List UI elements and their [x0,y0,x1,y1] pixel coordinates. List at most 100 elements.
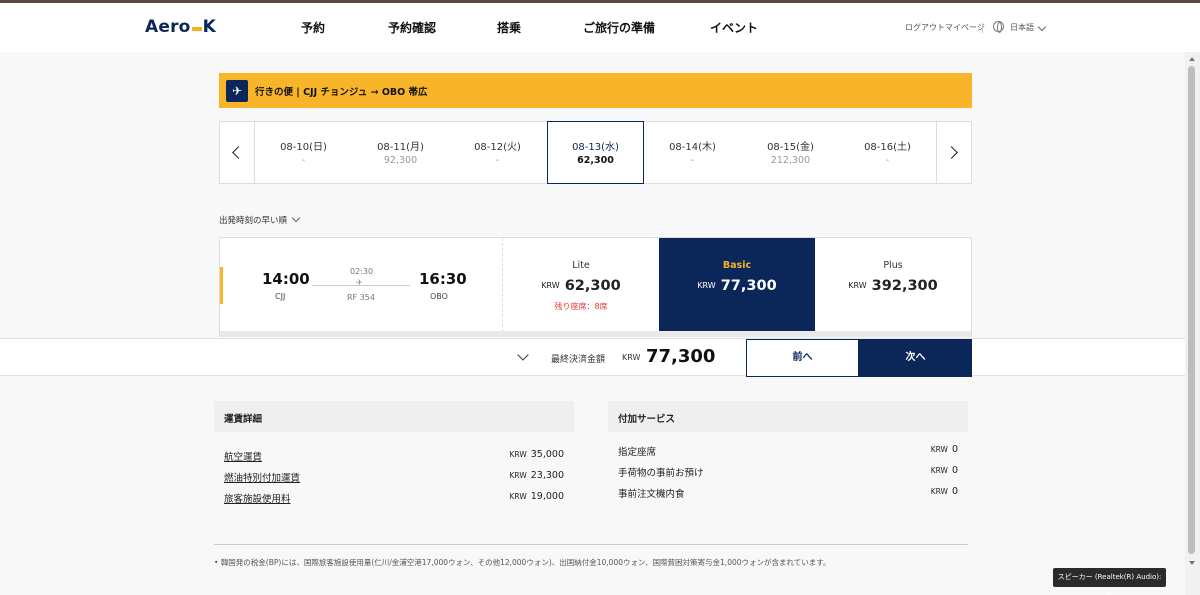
fare-row-label[interactable]: 航空運賃 [224,449,262,463]
scroll-down-icon[interactable] [1189,561,1195,565]
aerok-logo[interactable]: Aero K [145,17,216,37]
service-row: 事前注文機内食 KRW 0 [608,486,968,502]
nav-event[interactable]: イベント [710,19,758,36]
fare-name: Plus [883,260,903,271]
arrive-time: 16:30 [419,270,467,288]
nav-travel-prep[interactable]: ご旅行の準備 [583,19,655,36]
language-selector[interactable]: 日本語 [1010,22,1034,33]
prev-date-button[interactable] [220,122,255,183]
fare-price: KRW 392,300 [848,278,938,294]
depart-time: 14:00 [262,270,310,288]
globe-icon[interactable] [993,21,1004,33]
service-row-label: 指定座席 [618,447,657,458]
payment-bar: 最終決済金額 KRW 77,300 前へ 次へ [0,338,1185,377]
date-label: 08-15(金) [767,142,814,153]
date-cell[interactable]: 08-16(土) - [839,122,936,183]
nav-boarding[interactable]: 搭乗 [497,19,521,36]
fare-row: 航空運賃 KRW 35,000 [214,449,574,465]
service-row-label: 事前注文機内食 [618,489,685,500]
chevron-right-icon [945,146,958,159]
nav-booking[interactable]: 予約 [301,19,325,36]
service-row: 指定座席 KRW 0 [608,444,968,460]
route-bar: ✈ 行きの便 | CJJ チョンジュ → OBO 帯広 [219,73,972,108]
date-price: - [885,155,890,166]
fare-row: 旅客施設使用料 KRW 19,000 [214,491,574,507]
total-label: 最終決済金額 [551,355,606,365]
logout-link[interactable]: ログアウト [905,22,945,33]
date-price: - [301,155,306,166]
route-text: 行きの便 | CJJ チョンジュ → OBO 帯広 [255,87,428,98]
site-header: Aero K 予約 予約確認 搭乗 ご旅行の準備 イベント ログアウト マイページ… [0,3,1200,52]
flight-duration: 02:30 [350,267,374,276]
fare-name: Lite [572,260,590,271]
service-row-label: 手荷物の事前お預け [618,468,704,479]
fare-row-value: KRW 19,000 [509,491,565,502]
scroll-thumb[interactable] [1188,66,1195,554]
service-row-value: KRW 0 [930,444,958,455]
fare-row: 燃油特別付加運賃 KRW 23,300 [214,470,574,486]
fare-details-panel: 運賃詳細 航空運賃 KRW 35,000 燃油特別付加運賃 KRW 23,300 旅… [214,401,574,505]
mypage-link[interactable]: マイページ [945,22,985,33]
next-button[interactable]: 次へ [859,339,972,377]
total-currency: KRW [622,353,641,362]
total-amount: 77,300 [646,346,716,367]
date-cell[interactable]: 08-11(月) 92,300 [352,122,449,183]
volume-toast: スピーカー (Realtek(R) Audio): 2% [1053,568,1166,595]
fare-price: KRW 62,300 [541,278,621,294]
takeoff-plane-icon: ✈ [226,80,248,102]
chevron-left-icon [232,146,245,159]
notes-divider [214,544,968,545]
date-cell[interactable]: 08-15(金) 212,300 [742,122,839,183]
date-label: 08-10(日) [280,142,327,153]
remaining-seats: 残り座席：8席 [554,302,608,311]
service-row: 手荷物の事前お預け KRW 0 [608,465,968,481]
date-cell[interactable]: 08-10(日) - [255,122,352,183]
scroll-up-icon[interactable] [1189,57,1195,61]
extra-services-panel: 付加サービス 指定座席 KRW 0 手荷物の事前お預け KRW 0 事前注文機内食 … [608,401,968,500]
nav-booking-check[interactable]: 予約確認 [388,19,436,36]
date-label: 08-13(水) [572,142,619,153]
date-label: 08-14(木) [669,142,716,153]
date-label: 08-16(土) [864,142,911,153]
fare-price: KRW 77,300 [697,278,777,294]
date-price: - [495,155,500,166]
date-label: 08-12(火) [474,142,521,153]
date-price: 92,300 [383,155,418,166]
fare-row-label[interactable]: 燃油特別付加運賃 [224,470,300,484]
page-scrollbar[interactable] [1185,52,1200,595]
sort-dropdown[interactable]: 出発時刻の早い順 [219,214,287,226]
header-divider [982,23,983,33]
selected-accent [220,267,223,304]
plane-icon: ✈ [356,278,363,287]
fare-lite[interactable]: Lite KRW 62,300 残り座席：8席 [503,238,659,332]
tax-note: • 韓国発の税金(BP)には、国際旅客施設使用量(仁川/金浦空港17,000ウォ… [214,558,831,567]
depart-code: CJJ [275,292,286,301]
date-cell[interactable]: 08-12(火) - [449,122,546,183]
chevron-down-icon[interactable] [517,349,529,361]
flight-card: 14:00 CJJ 02:30 ✈ RF 354 16:30 OBO Lite … [219,237,972,337]
fare-row-value: KRW 23,300 [509,470,565,481]
fare-row-value: KRW 35,000 [509,449,565,460]
extra-services-title: 付加サービス [608,401,968,432]
date-price: 212,300 [770,155,811,166]
flight-number: RF 354 [347,293,375,302]
fare-basic[interactable]: Basic KRW 77,300 [659,238,815,332]
arrive-code: OBO [430,292,448,301]
date-price: - [690,155,695,166]
fare-row-label[interactable]: 旅客施設使用料 [224,491,291,505]
card-footer [220,331,971,337]
date-cell[interactable]: 08-14(木) - [644,122,741,183]
fare-plus[interactable]: Plus KRW 392,300 [815,238,971,332]
date-cell-selected[interactable]: 08-13(水) 62,300 [547,121,644,184]
chevron-down-icon[interactable] [1037,22,1047,32]
fare-details-title: 運賃詳細 [214,401,574,432]
service-row-value: KRW 0 [930,486,958,497]
next-date-button[interactable] [936,122,971,183]
chevron-down-icon[interactable] [291,213,301,223]
date-selector: 08-10(日) - 08-11(月) 92,300 08-12(火) - 08-13… [219,121,972,184]
date-price: 62,300 [577,155,614,166]
service-row-value: KRW 0 [930,465,958,476]
fare-name: Basic [722,260,752,271]
prev-button[interactable]: 前へ [746,339,859,377]
date-label: 08-11(月) [377,142,424,153]
